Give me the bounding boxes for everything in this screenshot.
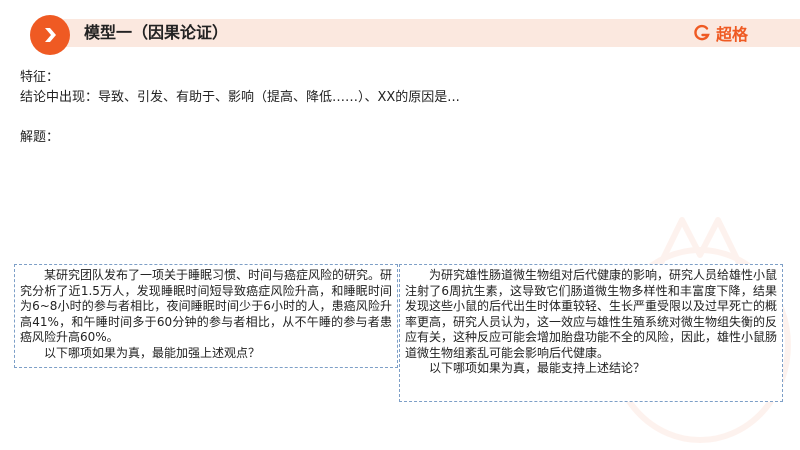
passage-text: 某研究团队发布了一项关于睡眠习惯、时间与癌症风险的研究。研究分析了近1.5万人，… <box>20 268 393 344</box>
features-text: 结论中出现：导致、引发、有助于、影响（提高、降低……）、XX的原因是... <box>20 90 460 105</box>
question-text: 以下哪项如果为真，最能加强上述观点？ <box>44 345 261 360</box>
question-text: 以下哪项如果为真，最能支持上述结论？ <box>429 361 646 375</box>
features-label: 特征： <box>20 70 60 85</box>
badge <box>30 15 70 55</box>
passage-text: 为研究雄性肠道微生物组对后代健康的影响，研究人员给雄性小鼠注射了6周抗生素，这导… <box>405 268 778 360</box>
brand: 超格 <box>693 22 748 44</box>
slide-title: 模型一（因果论证） <box>84 23 229 42</box>
brand-logo-icon <box>694 24 710 41</box>
solution-label: 解题： <box>20 130 60 145</box>
question-card-right: 为研究雄性肠道微生物组对后代健康的影响，研究人员给雄性小鼠注射了6周抗生素，这导… <box>399 264 783 402</box>
chevron-right-icon <box>45 28 56 42</box>
question-card-left: 某研究团队发布了一项关于睡眠习惯、时间与癌症风险的研究。研究分析了近1.5万人，… <box>14 264 398 368</box>
brand-name: 超格 <box>715 25 748 44</box>
